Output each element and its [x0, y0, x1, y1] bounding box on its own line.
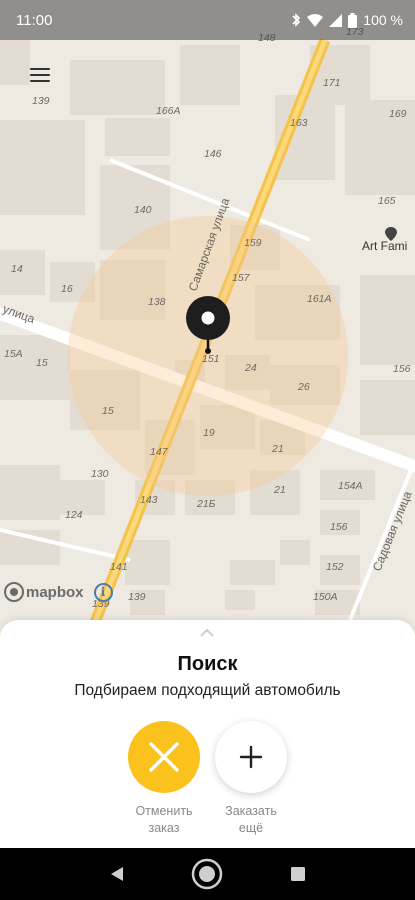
house-number: 171	[323, 77, 341, 89]
status-icons: 100 %	[291, 12, 403, 28]
back-triangle-icon	[111, 867, 124, 881]
house-number: 165	[378, 195, 396, 207]
info-icon[interactable]: i	[93, 582, 113, 602]
sheet-subtitle: Подбираем подходящий автомобиль	[74, 682, 341, 699]
status-bar: 11:00 100 %	[0, 0, 415, 40]
back-button[interactable]	[97, 854, 137, 894]
recents-square-icon	[290, 867, 305, 881]
house-number: 150А	[313, 591, 338, 603]
wifi-icon	[307, 13, 324, 27]
home-button[interactable]	[187, 854, 227, 894]
mapbox-icon	[4, 582, 24, 602]
house-number: 138	[148, 296, 166, 308]
menu-icon[interactable]	[28, 64, 56, 88]
house-number: 156	[330, 521, 348, 533]
house-number: 161А	[307, 293, 332, 305]
plus-icon	[239, 745, 263, 769]
house-number: 15	[36, 357, 48, 369]
house-number: 143	[140, 494, 158, 506]
house-number: 157	[232, 272, 251, 284]
house-number: 14	[11, 263, 23, 275]
house-number: 15А	[4, 348, 23, 360]
system-nav-bar	[0, 848, 415, 900]
house-number: 163	[290, 117, 308, 129]
chevron-up-icon[interactable]	[199, 628, 215, 638]
status-time: 11:00	[16, 11, 53, 29]
house-number: 146	[204, 148, 222, 160]
house-number: 166А	[156, 105, 181, 117]
battery-icon	[348, 12, 358, 28]
house-number: 16	[61, 283, 73, 295]
poi-label: Art Fami	[362, 239, 407, 253]
house-number: 154А	[338, 480, 363, 492]
house-number: 169	[389, 108, 407, 120]
cancel-order-label: Отменить заказ	[135, 804, 193, 835]
house-number: 19	[203, 427, 215, 439]
house-number: 21	[271, 443, 284, 455]
house-number: 159	[244, 237, 262, 249]
map-attribution: mapbox i	[4, 582, 113, 602]
mapbox-wordmark: mapbox	[26, 583, 84, 601]
cancel-order-action: Отменить заказ	[119, 721, 209, 837]
sheet-title: Поиск	[177, 653, 238, 675]
house-number: 124	[65, 509, 83, 521]
house-number: 147	[150, 446, 169, 458]
order-more-label: Заказать ещё	[225, 804, 277, 835]
house-number: 21	[273, 484, 286, 496]
order-more-button[interactable]	[215, 721, 287, 793]
order-status-sheet: Поиск Подбираем подходящий автомобиль От…	[0, 620, 415, 848]
house-number: 141	[110, 561, 128, 573]
house-number: 15	[102, 405, 114, 417]
house-number: 140	[134, 204, 152, 216]
house-number: 156	[393, 363, 411, 375]
bluetooth-icon	[292, 13, 301, 27]
house-number: 26	[297, 381, 310, 393]
house-number: 24	[244, 362, 257, 374]
battery-percent: 100 %	[363, 12, 403, 28]
house-number: 139	[128, 591, 146, 603]
cellular-signal-icon	[329, 13, 343, 27]
house-number: 130	[91, 468, 109, 480]
order-more-action: Заказать ещё	[206, 721, 296, 837]
house-number: 139	[32, 95, 50, 107]
cancel-order-button[interactable]	[128, 721, 200, 793]
mapbox-logo[interactable]: mapbox	[4, 582, 84, 602]
house-number: 21Б	[196, 498, 216, 510]
recents-button[interactable]	[278, 854, 318, 894]
house-number: 151	[202, 353, 220, 365]
house-number: 152	[326, 561, 344, 573]
home-circle-icon	[192, 858, 223, 890]
close-icon	[149, 742, 179, 772]
